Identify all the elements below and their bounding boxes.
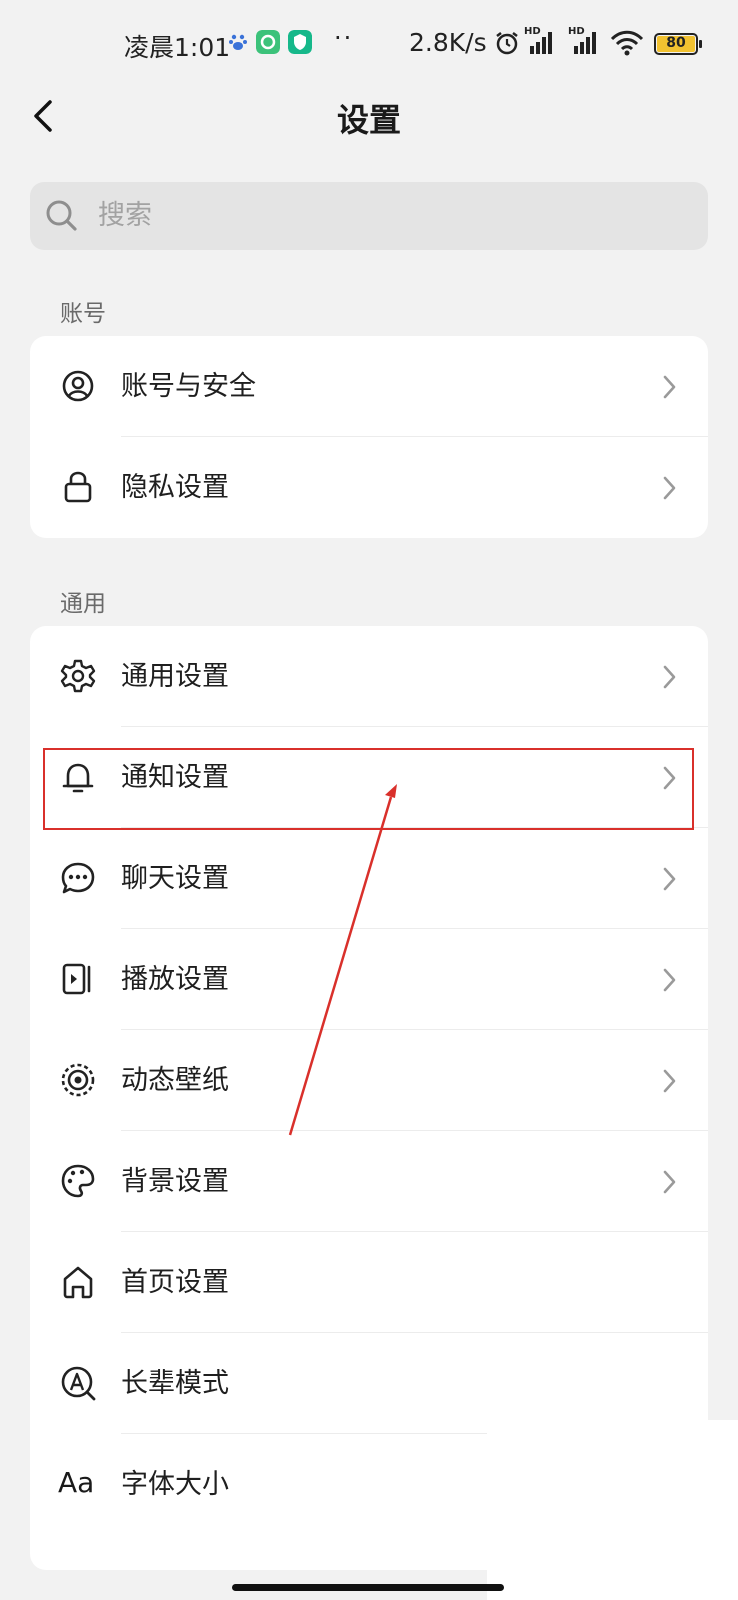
lock-icon	[64, 471, 92, 503]
chevron-right-icon	[663, 476, 676, 500]
home-indicator[interactable]	[232, 1584, 504, 1591]
chevron-right-icon	[663, 665, 676, 689]
settings-item-label: 背景设置	[121, 1166, 229, 1197]
chevron-right-icon	[663, 968, 676, 992]
network-speed: 2.8K/s	[409, 28, 487, 57]
settings-item-label: 通用设置	[121, 661, 229, 692]
watermark-cover	[487, 1420, 738, 1600]
section-label-general: 通用	[60, 591, 106, 617]
settings-item-playback[interactable]: 播放设置	[30, 929, 708, 1030]
settings-item-label: 长辈模式	[121, 1368, 229, 1399]
security-notification-icon	[288, 30, 312, 54]
status-time: 凌晨1:01	[124, 33, 231, 62]
search-icon	[46, 200, 77, 231]
user-circle-icon	[62, 370, 94, 402]
page-title: 设置	[336, 101, 401, 139]
home-icon	[63, 1266, 93, 1299]
font-size-icon: Aa	[58, 1466, 95, 1499]
palette-icon	[61, 1164, 95, 1198]
bell-icon	[62, 763, 94, 793]
signal-2-icon	[574, 32, 596, 54]
settings-item-label: 隐私设置	[121, 472, 229, 503]
alarm-icon	[496, 32, 518, 55]
battery-icon: 80	[654, 33, 702, 55]
settings-item-label: 聊天设置	[121, 863, 229, 894]
settings-item-label: 播放设置	[121, 964, 229, 995]
settings-item-label: 首页设置	[121, 1267, 229, 1298]
settings-item-label: 账号与安全	[121, 371, 256, 402]
settings-item-chat[interactable]: 聊天设置	[30, 828, 708, 929]
chevron-right-icon	[663, 867, 676, 891]
header: 设置	[0, 84, 738, 194]
settings-item-general[interactable]: 通用设置	[30, 626, 708, 727]
settings-item-live-wallpaper[interactable]: 动态壁纸	[30, 1030, 708, 1131]
elder-mode-icon	[61, 1366, 96, 1401]
chevron-right-icon	[663, 1170, 676, 1194]
account-card: 账号与安全 隐私设置	[30, 336, 708, 538]
settings-item-elder-mode[interactable]: 长辈模式	[30, 1333, 708, 1434]
chevron-right-icon	[663, 1069, 676, 1093]
search-placeholder: 搜索	[98, 200, 152, 231]
app-notification-icon	[256, 30, 280, 54]
settings-item-label: 字体大小	[121, 1469, 229, 1500]
live-wallpaper-icon	[61, 1063, 95, 1097]
status-bar: 凌晨1:01 ·· 2.8K/s HD HD 80	[0, 0, 738, 84]
settings-item-privacy[interactable]: 隐私设置	[30, 437, 708, 538]
settings-item-label: 动态壁纸	[121, 1065, 229, 1096]
section-label-account: 账号	[60, 301, 106, 327]
chevron-right-icon	[663, 375, 676, 399]
search-input[interactable]: 搜索	[30, 182, 708, 250]
settings-item-home[interactable]: 首页设置	[30, 1232, 708, 1333]
play-panel-icon	[62, 963, 91, 995]
wifi-icon	[610, 30, 644, 56]
settings-item-account-security[interactable]: 账号与安全	[30, 336, 708, 437]
gear-icon	[60, 659, 96, 693]
more-notifications-dots: ··	[334, 24, 354, 52]
baidu-notification-icon	[229, 34, 247, 50]
battery-level: 80	[657, 36, 695, 52]
settings-item-label: 通知设置	[121, 762, 229, 793]
settings-item-notifications[interactable]: 通知设置	[30, 727, 708, 828]
chat-bubble-icon	[61, 862, 95, 894]
signal-1-icon	[530, 32, 552, 54]
settings-item-background[interactable]: 背景设置	[30, 1131, 708, 1232]
chevron-right-icon	[663, 766, 676, 790]
